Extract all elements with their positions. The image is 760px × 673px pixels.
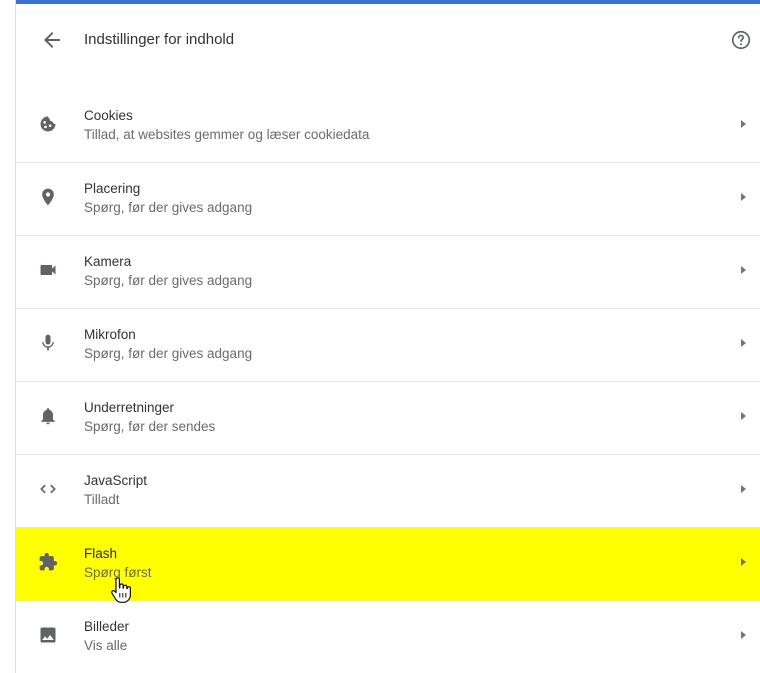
microphone-icon	[38, 333, 58, 353]
row-text: Underretninger Spørg, før der sendes	[84, 399, 215, 437]
bell-icon	[38, 406, 58, 426]
row-text: Mikrofon Spørg, før der gives adgang	[84, 326, 252, 364]
left-edge	[0, 0, 16, 673]
row-title: Flash	[84, 546, 118, 561]
settings-page: Indstillinger for indhold Cookies Tillad…	[0, 0, 760, 673]
row-text: Billeder Vis alle	[84, 618, 129, 656]
row-subtitle: Spørg, før der sendes	[84, 419, 216, 434]
row-subtitle: Vis alle	[84, 638, 128, 653]
help-button[interactable]	[730, 29, 752, 51]
row-title: Kamera	[84, 254, 132, 269]
row-subtitle: Tillad, at websites gemmer og læser cook…	[84, 127, 370, 142]
settings-row-camera[interactable]: Kamera Spørg, før der gives adgang	[16, 236, 760, 309]
row-title: Cookies	[84, 108, 133, 123]
chevron-right-icon	[741, 193, 746, 201]
chevron-right-icon	[741, 266, 746, 274]
code-brackets-icon	[38, 479, 58, 499]
settings-row-microphone[interactable]: Mikrofon Spørg, før der gives adgang	[16, 309, 760, 382]
settings-row-images[interactable]: Billeder Vis alle	[16, 601, 760, 673]
row-subtitle: Spørg, før der gives adgang	[84, 346, 253, 361]
row-title: Underretninger	[84, 400, 175, 415]
cookie-icon	[38, 114, 58, 134]
row-text: Flash Spørg først	[84, 545, 152, 583]
chevron-right-icon	[741, 631, 746, 639]
settings-row-javascript[interactable]: JavaScript Tilladt	[16, 455, 760, 528]
row-text: Kamera Spørg, før der gives adgang	[84, 253, 252, 291]
chevron-right-icon	[741, 485, 746, 493]
chevron-right-icon	[741, 558, 746, 566]
row-subtitle: Spørg, før der gives adgang	[84, 200, 253, 215]
row-text: Cookies Tillad, at websites gemmer og læ…	[84, 107, 369, 145]
settings-row-flash[interactable]: Flash Spørg først	[16, 528, 760, 601]
content-settings-panel: Indstillinger for indhold Cookies Tillad…	[16, 0, 760, 673]
camera-icon	[38, 260, 58, 280]
row-text: JavaScript Tilladt	[84, 472, 147, 510]
chevron-right-icon	[741, 412, 746, 420]
row-title: Mikrofon	[84, 327, 136, 342]
row-subtitle: Tilladt	[84, 492, 120, 507]
page-title: Indstillinger for indhold	[84, 31, 235, 48]
row-title: Placering	[84, 181, 141, 196]
location-pin-icon	[38, 187, 58, 207]
chevron-right-icon	[741, 120, 746, 128]
back-button[interactable]	[40, 28, 64, 52]
help-icon	[731, 30, 751, 50]
settings-row-location[interactable]: Placering Spørg, før der gives adgang	[16, 163, 760, 236]
row-subtitle: Spørg, før der gives adgang	[84, 273, 253, 288]
settings-row-cookies[interactable]: Cookies Tillad, at websites gemmer og læ…	[16, 90, 760, 163]
row-title: Billeder	[84, 619, 130, 634]
row-title: JavaScript	[84, 473, 148, 488]
content-settings-list: Cookies Tillad, at websites gemmer og læ…	[16, 90, 760, 673]
settings-row-notifications[interactable]: Underretninger Spørg, før der sendes	[16, 382, 760, 455]
header: Indstillinger for indhold	[16, 4, 760, 80]
image-icon	[38, 625, 58, 645]
row-text: Placering Spørg, før der gives adgang	[84, 180, 252, 218]
puzzle-piece-icon	[38, 552, 58, 572]
chevron-right-icon	[741, 339, 746, 347]
arrow-back-icon	[44, 32, 60, 48]
row-subtitle: Spørg først	[84, 565, 152, 580]
